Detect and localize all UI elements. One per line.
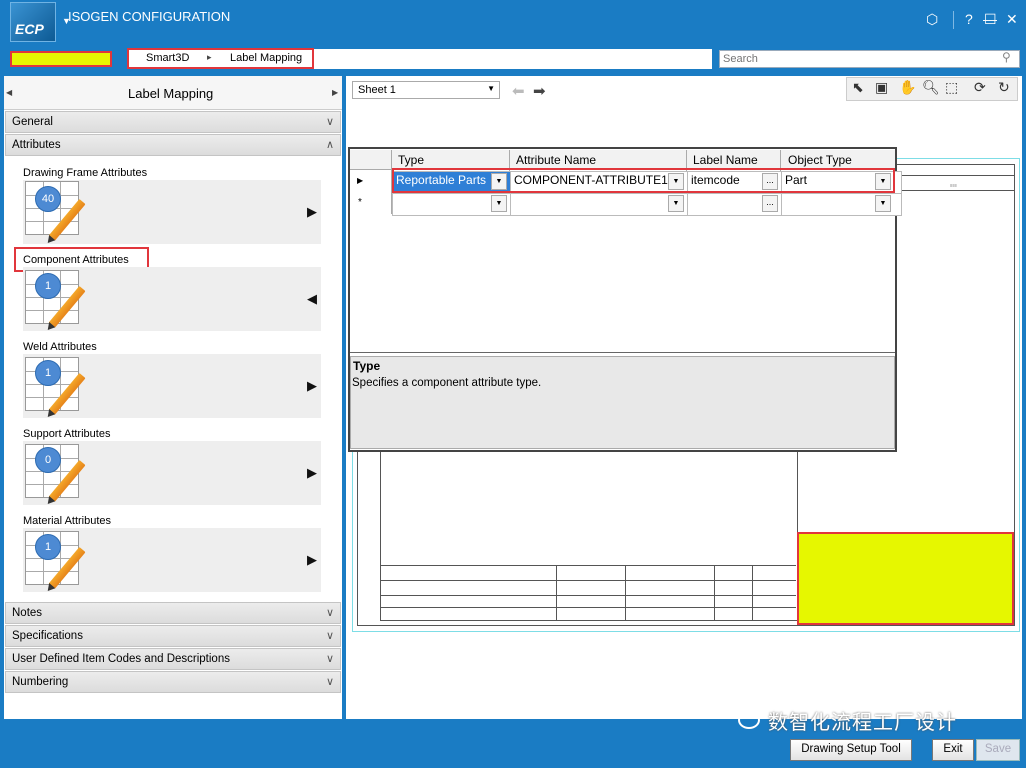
- play-icon: ▶: [307, 378, 317, 393]
- ellipsis-button[interactable]: ...: [762, 195, 778, 212]
- tile-label-weld: Weld Attributes: [23, 341, 97, 353]
- new-row-marker: *: [358, 197, 362, 208]
- table-line: [380, 565, 796, 566]
- pan-icon[interactable]: ✋: [899, 79, 916, 96]
- left-panel-title: Label Mapping: [128, 86, 214, 101]
- column-label-name[interactable]: Label Name: [693, 153, 758, 167]
- column-object-type[interactable]: Object Type: [788, 153, 852, 167]
- chevron-down-icon: ∨: [325, 676, 334, 688]
- table-line: [714, 565, 715, 620]
- dropdown-arrow-icon[interactable]: ▼: [491, 195, 507, 212]
- wechat-icon: [738, 711, 760, 729]
- count-badge: 0: [35, 447, 61, 473]
- section-numbering[interactable]: Numbering ∨: [5, 671, 341, 693]
- exit-button[interactable]: Exit: [932, 739, 974, 761]
- maximize-button[interactable]: ☐: [984, 11, 997, 28]
- section-user-defined-item-codes[interactable]: User Defined Item Codes and Descriptions…: [5, 648, 341, 670]
- dropdown-arrow-icon: ▼: [487, 84, 495, 93]
- section-general[interactable]: General ∨: [5, 111, 341, 133]
- save-button[interactable]: Save: [976, 739, 1020, 761]
- count-badge: 1: [35, 360, 61, 386]
- rotate-icon[interactable]: ↻: [998, 79, 1010, 96]
- close-button[interactable]: ✕: [1006, 11, 1018, 28]
- table-line: [380, 595, 796, 596]
- cube-icon[interactable]: ⬡: [926, 11, 938, 28]
- count-badge: 1: [35, 273, 61, 299]
- chevron-up-icon: ∧: [325, 139, 334, 151]
- material-list-text: ≡≡≡: [950, 183, 958, 188]
- search-input[interactable]: [719, 50, 1020, 68]
- new-cell-attribute-name[interactable]: [510, 193, 693, 216]
- table-line: [752, 565, 753, 620]
- table-line: [895, 190, 1015, 191]
- play-left-icon: ◀: [307, 291, 317, 306]
- play-icon: ▶: [307, 552, 317, 567]
- dropdown-arrow-icon[interactable]: ▼: [875, 195, 891, 212]
- nav-back-icon[interactable]: ⬅: [512, 82, 525, 100]
- app-title: ISOGEN CONFIGURATION: [68, 9, 231, 24]
- chevron-down-icon: ∨: [325, 630, 334, 642]
- column-type[interactable]: Type: [398, 153, 424, 167]
- table-line: [380, 580, 796, 581]
- description-title: Type: [353, 359, 381, 373]
- column-attribute-name[interactable]: Attribute Name: [516, 153, 596, 167]
- panel-prev-icon[interactable]: ◀: [6, 88, 12, 97]
- table-line: [625, 565, 626, 620]
- count-badge: 40: [35, 186, 61, 212]
- tile-label-drawing-frame: Drawing Frame Attributes: [23, 167, 148, 179]
- play-icon: ▶: [307, 204, 317, 219]
- section-specifications[interactable]: Specifications ∨: [5, 625, 341, 647]
- dropdown-arrow-icon[interactable]: ▼: [668, 195, 684, 212]
- play-icon: ▶: [307, 465, 317, 480]
- splitter[interactable]: [350, 352, 895, 353]
- table-line: [556, 565, 557, 620]
- zoom-icon[interactable]: 🔍︎: [922, 79, 940, 96]
- sheet-select[interactable]: Sheet 1 ▼: [352, 81, 500, 99]
- chevron-down-icon: ∨: [325, 607, 334, 619]
- chevron-down-icon: ∨: [325, 116, 334, 128]
- app-logo[interactable]: ECP: [10, 2, 56, 42]
- description-text: Specifies a component attribute type.: [352, 377, 542, 389]
- watermark: 数智化流程工厂设计: [768, 710, 957, 734]
- chevron-down-icon: ∨: [325, 653, 334, 665]
- table-line: [380, 607, 796, 608]
- tile-label-material: Material Attributes: [23, 515, 112, 527]
- redacted-title-block: [797, 532, 1014, 625]
- title-separator: [953, 11, 954, 29]
- pointer-icon[interactable]: ⬉: [852, 79, 864, 96]
- row-highlight: [392, 168, 895, 193]
- row-indicator-icon: ▶: [357, 176, 364, 185]
- fit-icon[interactable]: ▣: [875, 79, 888, 96]
- tile-label-support: Support Attributes: [23, 428, 111, 440]
- help-button[interactable]: ?: [965, 11, 973, 27]
- breadcrumb-highlight: [127, 48, 314, 69]
- panel-next-icon[interactable]: ▶: [332, 88, 338, 97]
- drawing-setup-tool-button[interactable]: Drawing Setup Tool: [790, 739, 912, 761]
- section-notes[interactable]: Notes ∨: [5, 602, 341, 624]
- table-line: [895, 175, 1015, 176]
- count-badge: 1: [35, 534, 61, 560]
- section-attributes[interactable]: Attributes ∧: [5, 134, 341, 156]
- description-panel: [350, 356, 895, 449]
- redacted-project-field: [10, 51, 112, 67]
- nav-forward-icon[interactable]: ➡: [533, 82, 546, 100]
- search-icon[interactable]: ⚲: [1002, 50, 1011, 64]
- refresh-icon[interactable]: ⟳: [974, 79, 986, 96]
- zoom-window-icon[interactable]: ⬚: [945, 79, 958, 96]
